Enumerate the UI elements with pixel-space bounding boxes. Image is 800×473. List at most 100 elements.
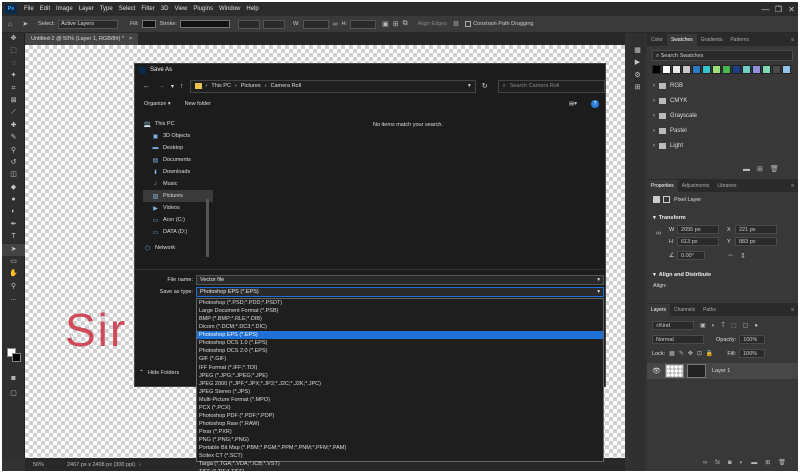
document-tab[interactable]: Untitled-2 @ 50% (Layer 1, RGB/8#) * × xyxy=(25,33,139,45)
swatch-search-input[interactable]: ⌕ Search Swatches xyxy=(652,50,793,61)
layer-name[interactable]: Layer 1 xyxy=(712,368,730,374)
h-field[interactable]: 613 px xyxy=(677,237,719,246)
new-group-icon[interactable]: ▬ xyxy=(743,166,750,173)
filter-shape-icon[interactable]: ⬚ xyxy=(731,322,737,329)
swatch-color[interactable] xyxy=(662,65,671,74)
tab-color[interactable]: Color xyxy=(647,34,667,46)
save-type-option[interactable]: Portable Bit Map (*.PBM;*.PGM;*.PPM;*.PN… xyxy=(197,444,603,452)
opacity-field[interactable]: 100% xyxy=(739,335,766,344)
history-brush-icon[interactable]: ↺ xyxy=(2,157,25,169)
screen-mode-icon[interactable]: ▢ xyxy=(2,388,25,400)
save-type-select[interactable]: Photoshop EPS (*.EPS) ▾ xyxy=(196,287,604,297)
save-type-option[interactable]: Photoshop DCS 2.0 (*.EPS) xyxy=(197,347,603,355)
hand-tool-icon[interactable]: ✋ xyxy=(2,268,25,280)
hide-folders-button[interactable]: ⌃ Hide Folders xyxy=(139,369,179,377)
delete-swatch-icon[interactable]: 🗑 xyxy=(770,165,779,173)
nav-scrollbar[interactable] xyxy=(206,199,209,257)
layer-kind-filter[interactable]: ⌕ Kind xyxy=(652,321,694,330)
zoom-level[interactable]: 50% xyxy=(33,462,61,468)
lock-pixels-icon[interactable]: ▦ xyxy=(669,350,675,357)
tab-gradients[interactable]: Gradients xyxy=(697,34,727,46)
lock-artboard-icon[interactable]: ⊡ xyxy=(697,350,702,357)
tab-close-icon[interactable]: × xyxy=(129,33,132,45)
constrain-path-checkbox[interactable] xyxy=(465,21,472,27)
w-field[interactable]: 2055 px xyxy=(677,225,719,234)
healing-brush-icon[interactable]: ✚ xyxy=(2,120,25,132)
filter-pixel-icon[interactable]: ▣ xyxy=(700,322,706,329)
menu-item-filter[interactable]: Filter xyxy=(138,6,157,12)
save-type-option[interactable]: GIF (*.GIF) xyxy=(197,355,603,363)
new-group-folder-icon[interactable]: ▬ xyxy=(751,460,757,466)
swatch-color[interactable] xyxy=(742,65,751,74)
path-operations-icon[interactable]: ▣ xyxy=(382,20,389,28)
folder-chevron-icon[interactable]: › xyxy=(653,113,655,119)
align-edges-label[interactable]: Align Edges xyxy=(418,21,447,27)
address-dropdown-icon[interactable]: ▾ xyxy=(468,83,471,89)
address-bar[interactable]: › This PC › Pictures › Camera Roll ▾ xyxy=(189,79,476,93)
swatch-color[interactable] xyxy=(712,65,721,74)
angle-field[interactable]: 0.00° xyxy=(677,251,705,260)
eraser-icon[interactable]: ◫ xyxy=(2,169,25,181)
save-type-option[interactable]: Photoshop PDF (*.PDF;*.PDP) xyxy=(197,412,603,420)
save-type-option[interactable]: Dicom (*.DCM;*.DC3;*.DIC) xyxy=(197,323,603,331)
save-type-option[interactable]: JPEG Stereo (*.JPS) xyxy=(197,388,603,396)
save-type-option[interactable]: PCX (*.PCX) xyxy=(197,404,603,412)
save-type-option[interactable]: Photoshop DCS 1.0 (*.EPS) xyxy=(197,339,603,347)
layer-row[interactable]: 👁 Layer 1 xyxy=(647,363,798,379)
swatch-folder-grayscale[interactable]: › Grayscale xyxy=(647,108,798,123)
lock-position-icon[interactable]: ✥ xyxy=(688,350,693,357)
layer-style-icon[interactable]: fx xyxy=(715,460,720,466)
maximize-icon[interactable]: ❐ xyxy=(772,5,785,14)
path-alignment-icon[interactable]: ⊞ xyxy=(393,20,399,28)
menu-item-file[interactable]: File xyxy=(21,6,37,12)
adjustment-layer-icon[interactable]: ◐ xyxy=(740,460,744,466)
brush-tool-icon[interactable]: ✎ xyxy=(2,132,25,144)
menu-item-select[interactable]: Select xyxy=(116,6,139,12)
folder-chevron-icon[interactable]: › xyxy=(653,128,655,134)
save-type-option[interactable]: Large Document Format (*.PSB) xyxy=(197,307,603,315)
swatch-folder-pastel[interactable]: › Pastel xyxy=(647,123,798,138)
filter-type-icon[interactable]: T xyxy=(721,323,725,329)
save-type-option[interactable]: TIFF (*.TIF;*.TIFF) xyxy=(197,468,603,471)
nav-item-network[interactable]: ⬡ Network xyxy=(143,242,213,254)
swatch-color[interactable] xyxy=(732,65,741,74)
visibility-eye-icon[interactable]: 👁 xyxy=(652,367,662,375)
adjust-panel-icon[interactable]: ⚙ xyxy=(630,70,645,82)
add-mask-icon[interactable]: ◙ xyxy=(728,460,732,466)
panel-menu-icon[interactable]: ≡ xyxy=(787,180,798,192)
swatch-color[interactable] xyxy=(692,65,701,74)
settings-icon[interactable]: ⚙ xyxy=(453,20,459,28)
organize-button[interactable]: Organize ▾ xyxy=(144,101,171,107)
dodge-tool-icon[interactable]: ◐ xyxy=(2,206,25,218)
nav-item-acer-c[interactable]: ▭ Acer (C:) xyxy=(143,214,213,226)
delete-layer-icon[interactable]: 🗑 xyxy=(778,459,786,466)
save-type-option[interactable]: Multi-Picture Format (*.MPO) xyxy=(197,396,603,404)
x-field[interactable]: 221 px xyxy=(735,225,777,234)
home-icon[interactable]: ⌂ xyxy=(8,21,12,28)
swatch-color[interactable] xyxy=(682,65,691,74)
menu-item-image[interactable]: Image xyxy=(53,6,76,12)
height-field[interactable] xyxy=(350,19,377,29)
nav-item-3d-objects[interactable]: ▣ 3D Objects xyxy=(143,130,213,142)
link-layers-icon[interactable]: ∞ xyxy=(703,460,707,466)
mask-layer-icon[interactable] xyxy=(663,196,670,203)
tab-patterns[interactable]: Patterns xyxy=(726,34,753,46)
path-selection-icon[interactable]: ➤ xyxy=(2,243,25,257)
status-arrow-icon[interactable]: › xyxy=(139,462,141,468)
refresh-icon[interactable]: ↻ xyxy=(482,82,488,90)
menu-item-edit[interactable]: Edit xyxy=(37,6,53,12)
type-tool-icon[interactable]: T xyxy=(2,231,25,243)
menu-item-layer[interactable]: Layer xyxy=(76,6,97,12)
recent-locations-icon[interactable]: ▾ xyxy=(171,83,174,90)
nav-item-data-d[interactable]: ▭ DATA (D:) xyxy=(143,226,213,238)
file-name-dropdown-icon[interactable]: ▾ xyxy=(597,276,600,284)
nav-item-this-pc[interactable]: 💻 This PC xyxy=(143,118,213,130)
paint-bucket-icon[interactable]: ◆ xyxy=(2,182,25,194)
close-icon[interactable]: ✕ xyxy=(785,5,798,14)
eyedropper-icon[interactable]: ⟋ xyxy=(2,107,25,119)
folder-chevron-icon[interactable]: › xyxy=(653,98,655,104)
transform-chevron-icon[interactable]: ▾ xyxy=(653,215,656,221)
menu-item-plugins[interactable]: Plugins xyxy=(190,6,216,12)
tab-layers[interactable]: Layers xyxy=(647,304,671,316)
rectangle-tool-icon[interactable]: ▭ xyxy=(2,256,25,268)
